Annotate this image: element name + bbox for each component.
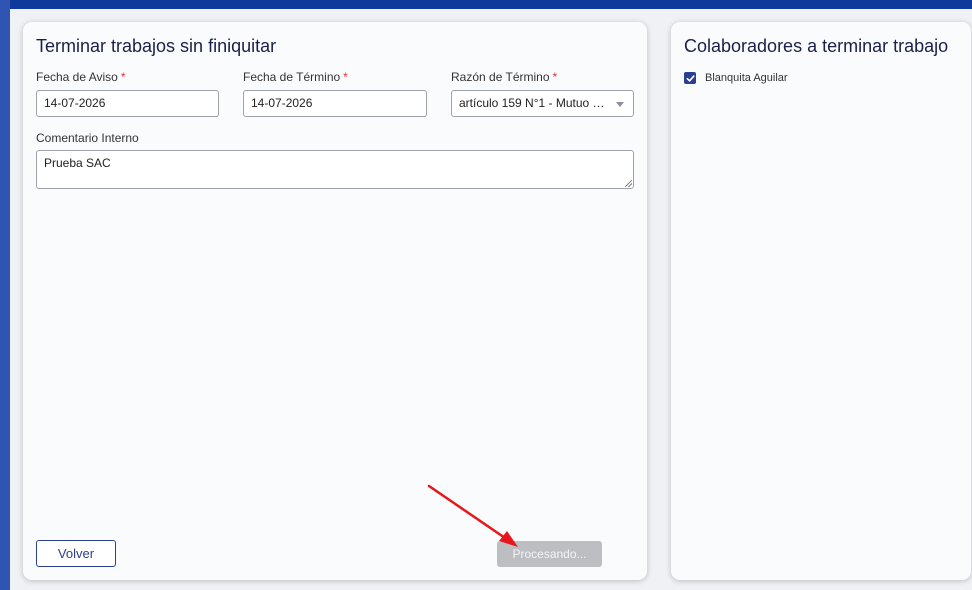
fecha-aviso-label: Fecha de Aviso *	[36, 70, 126, 84]
colaboradores-card: Colaboradores a terminar trabajo Blanqui…	[671, 22, 971, 580]
volver-button[interactable]: Volver	[36, 540, 116, 567]
razon-termino-value: artículo 159 N°1 - Mutuo ac...	[459, 96, 616, 110]
top-app-bar	[0, 0, 972, 9]
checkbox-checked-icon[interactable]	[684, 72, 696, 84]
razon-termino-label: Razón de Término *	[451, 70, 558, 84]
colaborador-item[interactable]: Blanquita Aguilar	[684, 72, 788, 84]
required-mark: *	[120, 70, 126, 84]
fecha-termino-input[interactable]: 14-07-2026	[243, 90, 427, 117]
comentario-value: Prueba SAC	[44, 156, 111, 170]
procesando-button[interactable]: Procesando...	[497, 541, 602, 567]
resize-handle-icon[interactable]	[625, 180, 632, 187]
form-title: Terminar trabajos sin finiquitar	[36, 36, 277, 56]
required-mark: *	[343, 70, 348, 84]
comentario-textarea[interactable]: Prueba SAC	[36, 150, 634, 189]
fecha-termino-label: Fecha de Término *	[243, 70, 348, 84]
razon-termino-select[interactable]: artículo 159 N°1 - Mutuo ac...	[451, 90, 634, 117]
fecha-aviso-input[interactable]: 14-07-2026	[36, 90, 219, 117]
colaborador-name: Blanquita Aguilar	[705, 72, 788, 84]
required-mark: *	[552, 70, 558, 84]
colaboradores-title: Colaboradores a terminar trabajo	[684, 36, 949, 56]
comentario-label: Comentario Interno	[36, 131, 139, 145]
terminate-form-card: Terminar trabajos sin finiquitar Fecha d…	[23, 22, 647, 580]
left-sidebar-strip	[0, 0, 10, 590]
chevron-down-icon	[616, 102, 624, 107]
